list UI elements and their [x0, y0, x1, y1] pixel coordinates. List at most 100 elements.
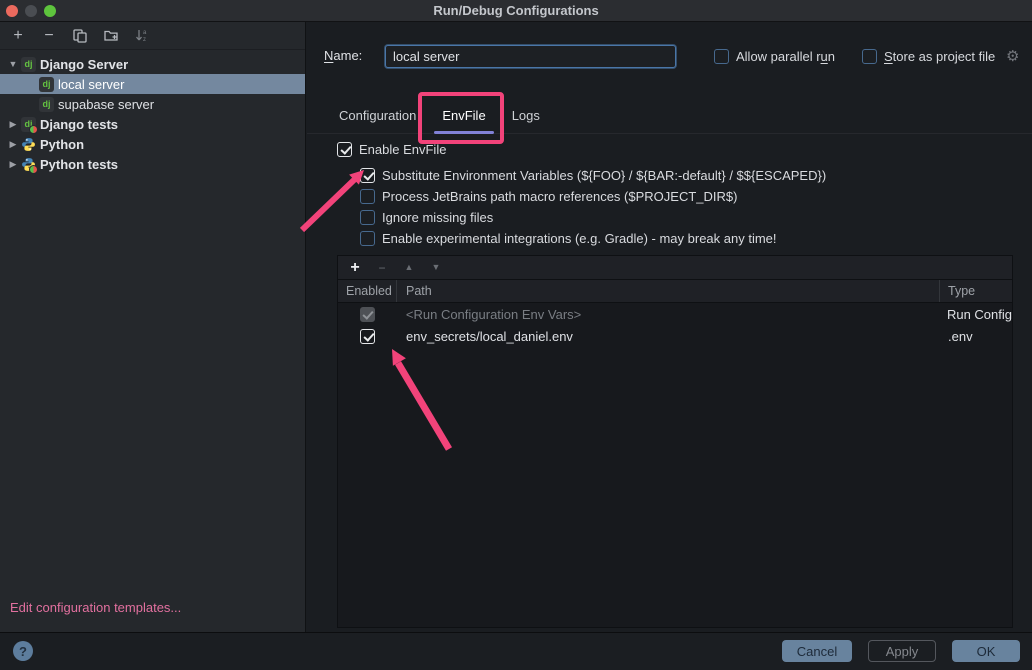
close-window-button[interactable]	[6, 5, 18, 17]
remove-env-file-icon[interactable]: −	[375, 262, 389, 274]
checkbox-label: Substitute Environment Variables (${FOO}…	[382, 168, 826, 183]
add-configuration-icon[interactable]: +	[9, 27, 27, 45]
label-text: Allow parallel r	[736, 49, 821, 64]
checkbox-label: Enable EnvFile	[359, 142, 446, 157]
python-icon	[21, 137, 36, 152]
tree-item-local-server[interactable]: dj local server	[0, 74, 305, 94]
chevron-right-icon[interactable]: ▶	[5, 119, 21, 130]
configurations-sidebar: + − az ▼ dj Django Server dj local serve…	[0, 22, 306, 632]
table-header: Enabled Path Type	[338, 279, 1012, 303]
python-tests-icon	[21, 157, 36, 172]
experimental-integrations-checkbox[interactable]: Enable experimental integrations (e.g. G…	[360, 228, 777, 248]
checkbox-icon[interactable]	[360, 189, 375, 204]
django-icon: dj	[39, 97, 54, 112]
type-cell: Run Config	[939, 307, 1012, 322]
tree-item-label: local server	[58, 77, 124, 92]
new-folder-icon[interactable]	[102, 27, 120, 45]
checkbox-label: Ignore missing files	[382, 210, 493, 225]
column-header-enabled: Enabled	[338, 284, 397, 298]
name-row: Name: Allow parallel run Store as projec…	[307, 44, 1032, 70]
django-tests-icon: dj	[21, 117, 36, 132]
svg-text:a: a	[143, 30, 147, 36]
edit-configuration-templates-link[interactable]: Edit configuration templates...	[10, 600, 181, 615]
configuration-detail-pane: Name: Allow parallel run Store as projec…	[307, 22, 1032, 632]
type-cell: .env	[940, 329, 1012, 344]
tab-envfile[interactable]: EnvFile	[432, 100, 495, 134]
tree-item-label: supabase server	[58, 97, 154, 112]
checkbox-icon[interactable]	[337, 142, 352, 157]
cancel-button[interactable]: Cancel	[782, 640, 852, 662]
table-row[interactable]: <Run Configuration Env Vars> Run Config	[338, 303, 1012, 325]
label-mnemonic: u	[821, 49, 828, 64]
sort-alpha-icon[interactable]: az	[133, 27, 151, 45]
configurations-tree: ▼ dj Django Server dj local server dj su…	[0, 50, 305, 174]
gear-icon[interactable]: ⚙	[1006, 47, 1019, 65]
help-icon[interactable]: ?	[13, 641, 33, 661]
checkbox-icon	[360, 307, 375, 322]
env-files-table: + − ▲ ▼ Enabled Path Type <Run Configura…	[337, 255, 1013, 628]
name-label: Name:	[324, 48, 362, 63]
chevron-down-icon[interactable]: ▼	[5, 59, 21, 69]
checkbox-label: Enable experimental integrations (e.g. G…	[382, 231, 777, 246]
checkbox-icon[interactable]	[360, 168, 375, 183]
allow-parallel-run-checkbox[interactable]: Allow parallel run	[714, 49, 835, 64]
column-header-path: Path	[397, 284, 940, 298]
checkbox-icon[interactable]	[360, 231, 375, 246]
chevron-right-icon[interactable]: ▶	[5, 139, 21, 150]
apply-button[interactable]: Apply	[868, 640, 936, 662]
checkbox-label: Store as project file	[884, 49, 995, 64]
tree-item-python[interactable]: ▶ Python	[0, 134, 305, 154]
tree-item-label: Django tests	[40, 117, 118, 132]
add-env-file-icon[interactable]: +	[348, 260, 362, 276]
enable-envfile-checkbox[interactable]: Enable EnvFile	[337, 139, 446, 159]
title-bar: Run/Debug Configurations	[0, 0, 1032, 22]
label-mnemonic: S	[884, 49, 893, 64]
run-debug-configurations-dialog: Run/Debug Configurations + − az ▼ dj Dja…	[0, 0, 1032, 670]
checkbox-icon[interactable]	[714, 49, 729, 64]
process-path-macro-checkbox[interactable]: Process JetBrains path macro references …	[360, 186, 737, 206]
substitute-env-vars-checkbox[interactable]: Substitute Environment Variables (${FOO}…	[360, 165, 826, 185]
store-as-project-file-checkbox[interactable]: Store as project file	[862, 49, 995, 64]
table-row[interactable]: env_secrets/local_daniel.env .env	[338, 325, 1012, 347]
ok-button[interactable]: OK	[952, 640, 1020, 662]
chevron-right-icon[interactable]: ▶	[5, 159, 21, 170]
dialog-footer: ? Cancel Apply OK	[0, 632, 1032, 670]
copy-configuration-icon[interactable]	[71, 27, 89, 45]
checkbox-icon[interactable]	[862, 49, 877, 64]
label-text: n	[828, 49, 835, 64]
checkbox-label: Process JetBrains path macro references …	[382, 189, 737, 204]
move-up-icon[interactable]: ▲	[402, 263, 416, 272]
tree-item-label: Python tests	[40, 157, 118, 172]
label-mnemonic: N	[324, 48, 333, 63]
zoom-window-button[interactable]	[44, 5, 56, 17]
remove-configuration-icon[interactable]: −	[40, 27, 58, 45]
checkbox-label: Allow parallel run	[736, 49, 835, 64]
tree-item-python-tests[interactable]: ▶ Python tests	[0, 154, 305, 174]
checkbox-icon[interactable]	[360, 210, 375, 225]
window-title: Run/Debug Configurations	[0, 3, 1032, 18]
enabled-cell	[338, 329, 397, 344]
move-down-icon[interactable]: ▼	[429, 263, 443, 272]
tab-configuration[interactable]: Configuration	[329, 100, 426, 134]
footer-buttons: Cancel Apply OK	[782, 640, 1020, 662]
label-text: tore as project file	[893, 49, 996, 64]
tree-item-label: Django Server	[40, 57, 128, 72]
column-header-type: Type	[940, 284, 1012, 298]
configuration-tabs: Configuration EnvFile Logs	[307, 100, 1032, 134]
tree-item-django-tests[interactable]: ▶ dj Django tests	[0, 114, 305, 134]
sidebar-toolbar: + − az	[0, 22, 305, 50]
enabled-cell	[338, 307, 397, 322]
tree-item-supabase-server[interactable]: dj supabase server	[0, 94, 305, 114]
path-cell: <Run Configuration Env Vars>	[397, 307, 939, 322]
checkbox-icon[interactable]	[360, 329, 375, 344]
tab-logs[interactable]: Logs	[502, 100, 550, 134]
tree-item-label: Python	[40, 137, 84, 152]
minimize-window-button[interactable]	[25, 5, 37, 17]
svg-text:z: z	[143, 37, 146, 43]
ignore-missing-files-checkbox[interactable]: Ignore missing files	[360, 207, 493, 227]
configuration-name-input[interactable]	[385, 45, 676, 68]
table-toolbar: + − ▲ ▼	[338, 256, 1012, 279]
tree-item-django-server[interactable]: ▼ dj Django Server	[0, 54, 305, 74]
django-icon: dj	[21, 57, 36, 72]
path-cell: env_secrets/local_daniel.env	[397, 329, 940, 344]
